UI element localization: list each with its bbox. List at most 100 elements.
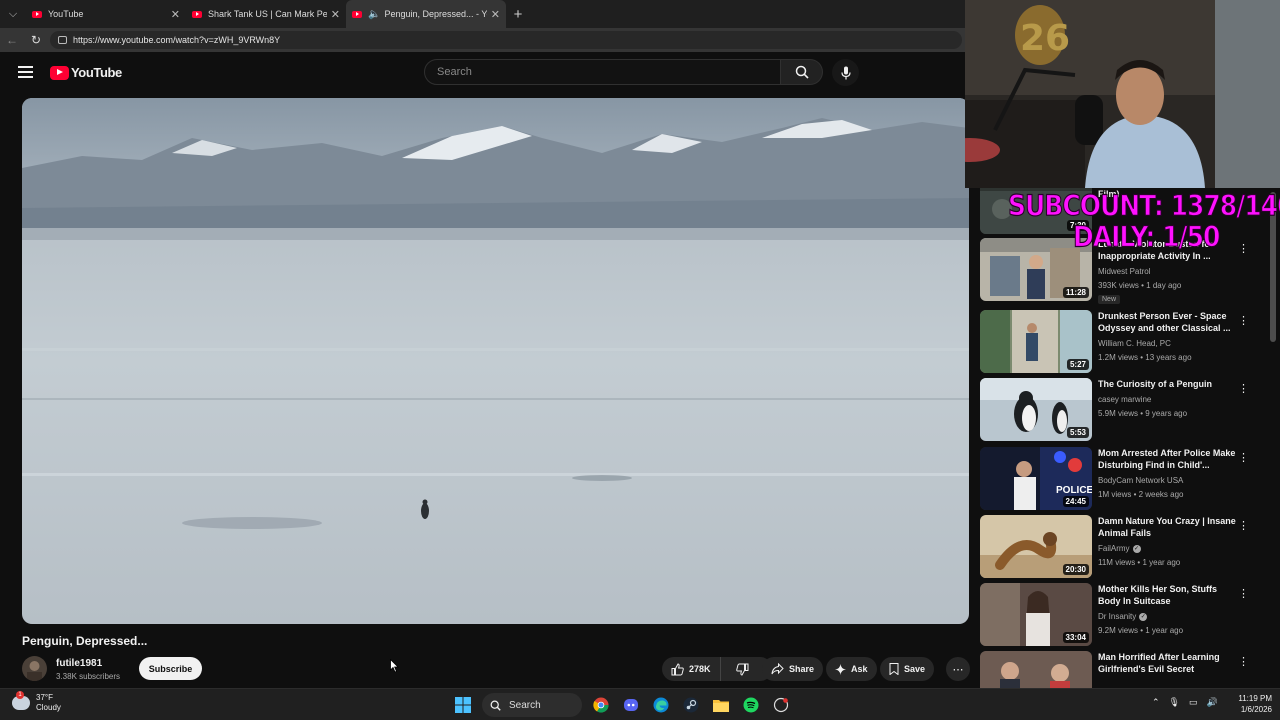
volume-icon[interactable]: 🔊 — [1207, 697, 1218, 708]
taskbar-search-box[interactable]: Search — [482, 693, 582, 717]
save-button[interactable]: Save — [880, 657, 935, 681]
search-icon — [795, 65, 809, 79]
menu-icon[interactable] — [18, 66, 33, 78]
recommendation-menu-icon[interactable]: ⋮ — [1238, 314, 1249, 327]
channel-label[interactable]: FailArmy — [1098, 544, 1130, 553]
video-player[interactable] — [22, 98, 969, 624]
recommendation-thumbnail[interactable]: 5:53 — [980, 378, 1092, 441]
recommendation-item[interactable]: POLICE 24:45 Mom Arrested After Police M… — [980, 447, 1270, 511]
audio-playing-icon[interactable]: 🔈 — [368, 9, 380, 20]
recommendation-thumbnail[interactable] — [980, 651, 1092, 688]
video-duration: 24:45 — [1062, 496, 1089, 507]
recommendation-thumbnail[interactable]: 20:30 — [980, 515, 1092, 578]
video-duration: 20:30 — [1062, 564, 1089, 575]
recommendation-item[interactable]: 5:53 The Curiosity of a Penguin casey ma… — [980, 378, 1270, 442]
recommendation-thumbnail[interactable]: POLICE 24:45 — [980, 447, 1092, 510]
recommendation-channel: Dr Insanity ✓ — [1098, 612, 1148, 621]
more-actions-icon[interactable]: ⋯ — [946, 657, 970, 681]
tab-label: YouTube — [48, 9, 84, 19]
recommendation-thumbnail[interactable]: 5:27 — [980, 310, 1092, 373]
video-frame — [22, 98, 969, 624]
chevron-up-icon[interactable]: ⌃ — [1152, 697, 1160, 708]
recommendation-channel: casey marwine — [1098, 395, 1151, 404]
svg-text:POLICE: POLICE — [1056, 485, 1092, 496]
tab-search-chevron-icon[interactable]: ⌵ — [0, 0, 26, 28]
tab-penguin-video[interactable]: 🔈 Penguin, Depressed... - YouTube ✕ — [346, 0, 506, 28]
browser-tab-strip: ⌵ YouTube ✕ Shark Tank US | Can Mark Per… — [0, 0, 965, 28]
microphone-icon[interactable]: 🎙 — [1169, 697, 1180, 708]
bookmark-icon — [889, 663, 899, 675]
back-arrow-icon[interactable]: ← — [0, 33, 24, 47]
tab-close-icon[interactable]: ✕ — [171, 8, 180, 21]
recommendation-thumbnail[interactable]: 33:04 — [980, 583, 1092, 646]
network-icon[interactable]: ▭ — [1189, 697, 1198, 708]
verified-check-icon: ✓ — [1139, 612, 1148, 621]
recommendation-title: Mom Arrested After Police Make Disturbin… — [1098, 448, 1236, 470]
recommendation-menu-icon[interactable]: ⋮ — [1238, 242, 1249, 255]
chrome-icon[interactable] — [590, 694, 612, 716]
channel-label[interactable]: Dr Insanity — [1098, 612, 1136, 621]
like-count: 278K — [689, 664, 711, 674]
subscribe-button[interactable]: Subscribe — [139, 657, 202, 680]
weather-widget[interactable]: 1 37°F Cloudy — [12, 691, 61, 713]
recommendation-title: Damn Nature You Crazy | Insane Animal Fa… — [1098, 516, 1236, 538]
edge-browser-icon[interactable] — [650, 694, 672, 716]
video-owner-row: futile1981 3.38K subscribers Subscribe 2… — [22, 656, 970, 686]
video-duration: 5:53 — [1066, 427, 1089, 438]
tab-youtube-home[interactable]: YouTube ✕ — [26, 0, 186, 28]
clock-time: 11:19 PM — [1238, 694, 1272, 703]
search-input[interactable]: Search — [424, 59, 781, 85]
daily-overlay: DAILY: 1/50 — [1072, 219, 1220, 254]
video-duration: 11:28 — [1062, 287, 1089, 298]
channel-avatar[interactable] — [22, 656, 47, 681]
dislike-button[interactable] — [726, 657, 759, 681]
windows-start-icon[interactable] — [452, 694, 474, 716]
url-field[interactable]: https://www.youtube.com/watch?v=zWH_9VRW… — [50, 31, 962, 49]
share-button[interactable]: Share — [762, 657, 824, 681]
search-button[interactable] — [781, 59, 823, 85]
recommendation-menu-icon[interactable]: ⋮ — [1238, 587, 1249, 600]
clock-date: 1/6/2026 — [1240, 705, 1272, 714]
tab-close-icon[interactable]: ✕ — [491, 8, 500, 21]
recommendation-item[interactable]: 20:30 Damn Nature You Crazy | Insane Ani… — [980, 515, 1270, 579]
like-button[interactable]: 278K — [662, 657, 721, 681]
recommendations-scrollbar[interactable] — [1270, 188, 1276, 688]
taskbar-clock[interactable]: 11:19 PM 1/6/2026 — [1226, 693, 1272, 715]
channel-label[interactable]: Midwest Patrol — [1098, 267, 1150, 276]
recommendation-item[interactable]: 5:27 Drunkest Person Ever - Space Odysse… — [980, 310, 1270, 374]
youtube-header: YouTube Search — [0, 52, 965, 94]
voice-search-button[interactable] — [832, 59, 859, 86]
channel-name[interactable]: futile1981 — [56, 658, 102, 669]
weather-temp: 37°F — [36, 693, 53, 702]
tab-close-icon[interactable]: ✕ — [331, 8, 340, 21]
webcam-feed: 26 — [965, 0, 1280, 188]
youtube-logo-icon — [50, 65, 69, 80]
reload-icon[interactable]: ↻ — [24, 33, 48, 47]
tab-label: Shark Tank US | Can Mark Persuade — [208, 9, 327, 19]
recommendation-menu-icon[interactable]: ⋮ — [1238, 382, 1249, 395]
ask-button[interactable]: Ask — [826, 657, 877, 681]
recommendation-menu-icon[interactable]: ⋮ — [1238, 519, 1249, 532]
recommendation-meta: 1.2M views • 13 years ago — [1098, 353, 1192, 362]
channel-label[interactable]: BodyCam Network USA — [1098, 476, 1183, 485]
file-explorer-icon[interactable] — [710, 694, 732, 716]
subscriber-count: 3.38K subscribers — [56, 672, 121, 681]
recommendation-item[interactable]: Man Horrified After Learning Girlfriend'… — [980, 651, 1270, 688]
recommendations-list: 7:30 Film) 11:28 Lunatic Violator Busted… — [980, 188, 1270, 688]
tab-shark-tank[interactable]: Shark Tank US | Can Mark Persuade ✕ — [186, 0, 346, 28]
discord-icon[interactable] — [620, 694, 642, 716]
app-tray-icon[interactable] — [770, 694, 792, 716]
youtube-favicon-icon — [32, 10, 42, 18]
channel-label[interactable]: casey marwine — [1098, 395, 1151, 404]
recommendation-menu-icon[interactable]: ⋮ — [1238, 451, 1249, 464]
channel-label[interactable]: William C. Head, PC — [1098, 339, 1171, 348]
new-tab-icon[interactable]: + — [506, 6, 530, 23]
steam-icon[interactable] — [680, 694, 702, 716]
recommendation-menu-icon[interactable]: ⋮ — [1238, 655, 1249, 668]
subcount-overlay: SUBCOUNT: 1378/1400 — [1008, 188, 1280, 223]
spotify-icon[interactable] — [740, 694, 762, 716]
site-info-icon[interactable] — [58, 36, 67, 44]
youtube-logo[interactable]: YouTube — [50, 65, 122, 80]
recommendation-item[interactable]: 33:04 Mother Kills Her Son, Stuffs Body … — [980, 583, 1270, 647]
youtube-logo-text: YouTube — [71, 65, 122, 80]
